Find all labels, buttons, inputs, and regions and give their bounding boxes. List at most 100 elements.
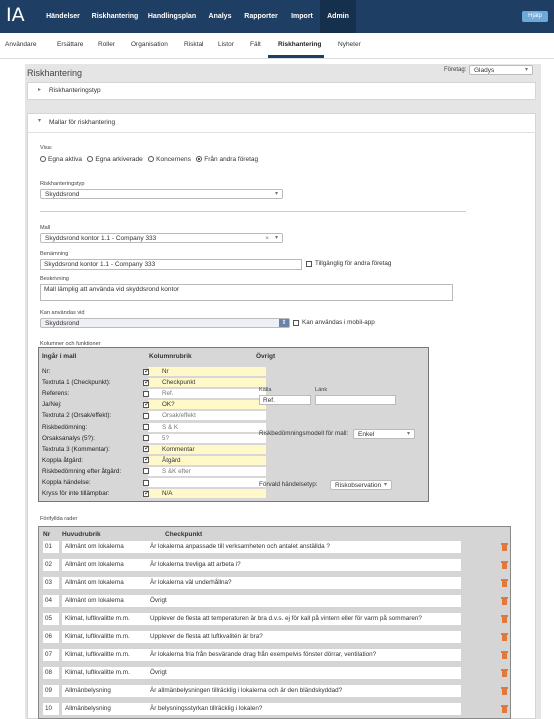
subnav-falt[interactable]: Fält bbox=[250, 41, 261, 48]
config-row-checkbox[interactable] bbox=[143, 400, 150, 408]
subnav-nyheter[interactable]: Nyheter bbox=[338, 41, 361, 48]
trash-icon[interactable] bbox=[501, 669, 508, 677]
config-row-kolumnrubrik[interactable]: N/A bbox=[148, 489, 266, 499]
radio-koncernens[interactable]: Koncernens bbox=[148, 156, 191, 163]
config-row-kolumnrubrik[interactable]: Orsak/effekt bbox=[148, 411, 266, 421]
chevron-down-icon[interactable]: ▾ bbox=[38, 117, 41, 124]
lank-input[interactable] bbox=[315, 395, 396, 405]
config-row-kolumnrubrik[interactable]: Checkpunkt bbox=[148, 378, 266, 388]
row-nr[interactable]: 05 bbox=[43, 613, 59, 625]
kolumner-table: Ingår i mall Kolumnrubrik Övrigt Nr: Nr Te… bbox=[38, 347, 429, 502]
riskhanteringstyp-select[interactable]: Skyddsrond ▾ bbox=[40, 189, 283, 199]
trash-icon[interactable] bbox=[501, 615, 508, 623]
trash-icon[interactable] bbox=[501, 561, 508, 569]
trash-icon[interactable] bbox=[501, 687, 508, 695]
nav-handelser[interactable]: Händelser bbox=[38, 0, 88, 33]
trash-icon[interactable] bbox=[501, 543, 508, 551]
trash-icon[interactable] bbox=[501, 651, 508, 659]
row-nr[interactable]: 09 bbox=[43, 685, 59, 697]
row-checkpunkt[interactable]: Är allmänbelysningen tillräcklig i lokal… bbox=[147, 685, 461, 697]
mall-select[interactable]: Skyddsrond kontor 1.1 - Company 333 × ▾ bbox=[40, 233, 283, 243]
row-checkpunkt[interactable]: Är lokalerna trevliga att arbeta i? bbox=[147, 559, 461, 571]
chevron-down-icon: ▾ bbox=[274, 235, 278, 241]
row-nr[interactable]: 01 bbox=[43, 541, 59, 553]
nav-analys[interactable]: Analys bbox=[202, 0, 238, 33]
config-row-kolumnrubrik[interactable] bbox=[148, 478, 266, 487]
config-row-kolumnrubrik[interactable]: Åtgärd bbox=[148, 455, 266, 465]
row-checkpunkt[interactable]: Är lokalerna fria från besvärande drag f… bbox=[147, 649, 461, 661]
row-checkpunkt[interactable]: Är lokalerna väl underhållna? bbox=[147, 577, 461, 589]
config-row-checkbox[interactable] bbox=[143, 378, 150, 386]
nav-handlingsplan[interactable]: Handlingsplan bbox=[142, 0, 202, 33]
config-row-checkbox[interactable] bbox=[143, 435, 149, 442]
config-row-checkbox[interactable] bbox=[143, 455, 150, 464]
clear-icon[interactable]: × bbox=[265, 234, 269, 243]
spinner-icon[interactable]: ⇕ bbox=[279, 319, 289, 327]
config-row-kolumnrubrik[interactable]: S &K efter bbox=[148, 466, 266, 476]
row-nr[interactable]: 08 bbox=[43, 667, 59, 679]
nav-rapporter[interactable]: Rapporter bbox=[238, 0, 284, 33]
row-nr[interactable]: 10 bbox=[43, 703, 59, 715]
mall-label: Mall bbox=[40, 225, 51, 231]
config-row-label: Riskbedömning efter åtgärd: bbox=[42, 467, 122, 475]
foretag-value: Gladys bbox=[474, 67, 495, 74]
config-row-kolumnrubrik[interactable]: Ref. bbox=[148, 389, 266, 399]
subnav-roller[interactable]: Roller bbox=[98, 41, 115, 48]
row-checkpunkt[interactable]: Upplever de flesta att luftkvalitén är b… bbox=[147, 631, 461, 643]
section-mallar-title[interactable]: Mallar för riskhantering bbox=[49, 119, 115, 126]
config-row-kolumnrubrik[interactable]: OK? bbox=[148, 400, 266, 410]
radio-egna-arkiverade[interactable]: Egna arkiverade bbox=[87, 156, 143, 163]
subnav-ersattare[interactable]: Ersättare bbox=[57, 41, 83, 48]
row-checkpunkt[interactable]: Är belysningsstyrkan tillräcklig i lokal… bbox=[147, 703, 461, 715]
chevron-down-icon: ▾ bbox=[383, 482, 387, 488]
row-checkpunkt[interactable]: Övrigt bbox=[147, 667, 461, 679]
row-nr[interactable]: 06 bbox=[43, 631, 59, 643]
forvald-select[interactable]: Riskobservation ▾ bbox=[330, 480, 392, 490]
radio-egna-aktiva[interactable]: Egna aktiva bbox=[40, 156, 82, 163]
row-checkpunkt[interactable]: Övrigt bbox=[147, 595, 461, 607]
config-row-checkbox[interactable] bbox=[143, 424, 149, 430]
config-row-checkbox[interactable] bbox=[143, 444, 150, 453]
subnav-organisation[interactable]: Organisation bbox=[131, 41, 168, 48]
lank-label: Länk bbox=[315, 387, 328, 393]
config-row-kolumnrubrik[interactable]: S & K bbox=[148, 422, 266, 432]
mobil-checkbox[interactable] bbox=[293, 320, 299, 326]
section-riskhanteringstyp[interactable] bbox=[27, 82, 536, 100]
kan-anvandas-select[interactable]: Skyddsrond ⇕ bbox=[40, 318, 290, 328]
tillganglig-checkbox[interactable] bbox=[306, 261, 312, 267]
row-nr[interactable]: 03 bbox=[43, 577, 59, 589]
trash-icon[interactable] bbox=[501, 597, 508, 605]
benamning-input[interactable]: Skyddsrond kontor 1.1 - Company 333 bbox=[40, 259, 302, 270]
riskmodell-select[interactable]: Enkel ▾ bbox=[353, 429, 415, 439]
trash-icon[interactable] bbox=[501, 633, 508, 641]
config-row-kolumnrubrik[interactable]: Nr bbox=[148, 367, 266, 376]
subnav-listor[interactable]: Listor bbox=[218, 41, 234, 48]
nav-riskhantering[interactable]: Riskhantering bbox=[88, 0, 142, 33]
config-row-kolumnrubrik[interactable]: Kommentar bbox=[148, 444, 266, 454]
foretag-select[interactable]: Gladys ▾ bbox=[469, 65, 533, 75]
subnav-riskhantering[interactable]: Riskhantering bbox=[278, 41, 321, 48]
trash-icon[interactable] bbox=[501, 579, 508, 587]
row-checkpunkt[interactable]: Är lokalerna anpassade till verksamheten… bbox=[147, 541, 461, 553]
kalla-input[interactable]: Ref. bbox=[259, 395, 311, 405]
config-row-checkbox[interactable] bbox=[143, 412, 149, 419]
config-row-checkbox[interactable] bbox=[143, 489, 150, 497]
row-nr[interactable]: 02 bbox=[43, 559, 59, 571]
subnav-risktal[interactable]: Risktal bbox=[184, 41, 204, 48]
config-row-checkbox[interactable] bbox=[143, 390, 149, 397]
subnav-anvandare[interactable]: Användare bbox=[5, 41, 36, 48]
config-row-kolumnrubrik[interactable]: 5? bbox=[148, 433, 266, 443]
beskrivning-textarea[interactable]: Mall lämplig att använda vid skyddsrond … bbox=[40, 284, 453, 301]
nav-import[interactable]: Import bbox=[284, 0, 320, 33]
row-checkpunkt[interactable]: Upplever de flesta att temperaturen är b… bbox=[147, 613, 461, 625]
trash-icon[interactable] bbox=[501, 705, 508, 713]
radio-fran-andra-foretag[interactable]: Från andra företag bbox=[196, 156, 258, 163]
config-row-checkbox[interactable] bbox=[143, 468, 149, 475]
row-nr[interactable]: 04 bbox=[43, 595, 59, 607]
config-row-checkbox[interactable] bbox=[143, 367, 150, 375]
nav-admin[interactable]: Admin bbox=[320, 0, 356, 33]
row-nr[interactable]: 07 bbox=[43, 649, 59, 661]
app-logo[interactable]: IA bbox=[6, 4, 25, 26]
config-row-checkbox[interactable] bbox=[143, 479, 149, 486]
help-button[interactable]: Hjälp bbox=[522, 11, 548, 22]
